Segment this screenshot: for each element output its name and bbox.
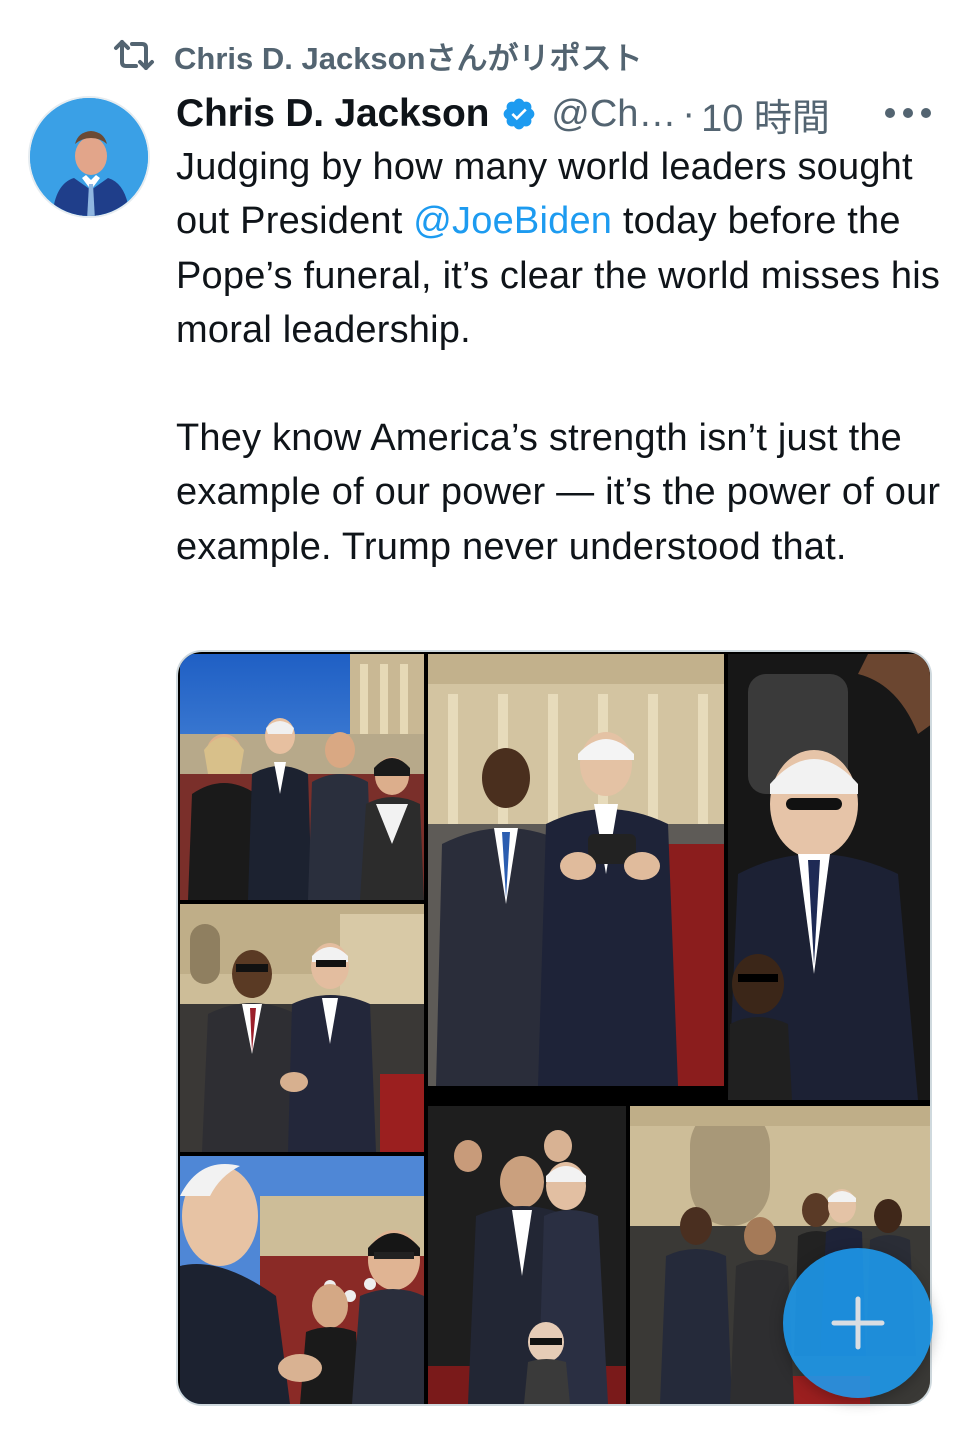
media-photo-6[interactable] — [428, 1106, 626, 1404]
author-handle[interactable]: @Ch… — [551, 93, 676, 136]
more-options-icon[interactable] — [880, 98, 936, 128]
avatar[interactable] — [28, 96, 150, 218]
repost-label: Chris D. Jacksonさんがリポスト — [174, 40, 643, 76]
plus-icon — [831, 1296, 885, 1350]
repost-icon — [112, 38, 156, 72]
avatar-image — [30, 98, 148, 216]
media-photo-5[interactable] — [728, 654, 930, 1100]
mention-link[interactable]: @JoeBiden — [413, 200, 612, 242]
tweet-paragraph-2: They know America’s strength isn’t just … — [176, 417, 941, 568]
media-photo-1[interactable] — [180, 654, 424, 900]
media-photo-4[interactable] — [428, 654, 724, 1086]
timestamp[interactable]: 10 時間 — [701, 87, 830, 142]
compose-button[interactable] — [783, 1248, 933, 1398]
repost-context[interactable]: Chris D. Jacksonさんがリポスト — [112, 30, 643, 80]
media-photo-3[interactable] — [180, 1156, 424, 1404]
media-photo-2[interactable] — [180, 904, 424, 1152]
author-name[interactable]: Chris D. Jackson — [176, 92, 489, 136]
separator-dot: · — [682, 92, 696, 135]
tweet-body: Judging by how many world leaders sought… — [176, 140, 946, 574]
tweet-paragraph-1: Judging by how many world leaders sought… — [176, 140, 946, 357]
tweet-header: Chris D. Jackson @Ch… · 10 時間 — [176, 86, 936, 142]
verified-badge-icon — [501, 96, 537, 132]
